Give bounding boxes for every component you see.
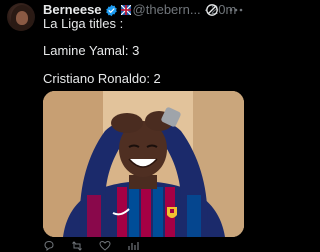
tweet-media-photo[interactable] [43, 91, 244, 237]
more-options-icon[interactable] [228, 3, 244, 17]
like-icon [99, 240, 111, 251]
photo-illustration [43, 91, 244, 237]
avatar[interactable] [7, 3, 35, 31]
views-button[interactable] [127, 240, 142, 252]
avatar-face [16, 11, 28, 25]
flag-icon [120, 5, 131, 15]
reply-icon [44, 240, 54, 252]
tweet-text-line: La Liga titles : [43, 16, 124, 31]
like-button[interactable] [99, 240, 114, 252]
reply-button[interactable] [43, 240, 58, 252]
tweet-text-line: Cristiano Ronaldo: 2 [43, 71, 161, 86]
tweet-text-line: Lamine Yamal: 3 [43, 43, 140, 58]
grok-icon[interactable] [205, 3, 219, 17]
views-icon [128, 242, 139, 250]
retweet-button[interactable] [71, 240, 86, 252]
user-handle[interactable]: @thebern... [133, 2, 201, 18]
tweet[interactable]: Berneese @thebern... · 20m La Liga title… [0, 0, 250, 252]
tweet-actions [43, 240, 244, 252]
retweet-icon [72, 241, 82, 251]
verified-badge-icon [105, 4, 117, 16]
